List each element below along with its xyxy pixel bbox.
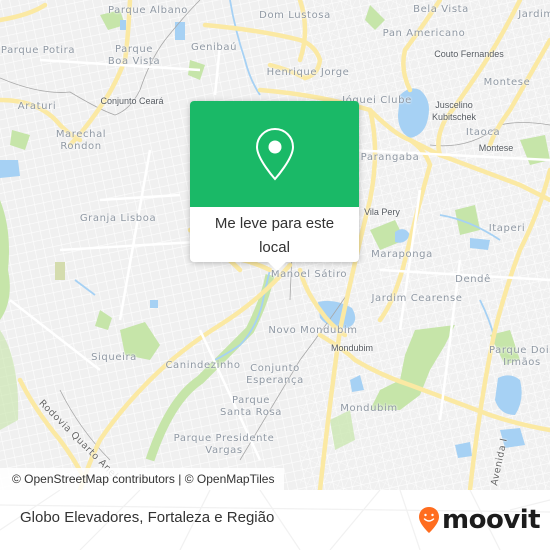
- osm-attribution-link[interactable]: © OpenStreetMap contributors: [12, 472, 175, 486]
- place-label: Araturi: [17, 101, 57, 112]
- openmaptiles-attribution-link[interactable]: © OpenMapTiles: [185, 472, 275, 486]
- place-label: Itaperi: [488, 223, 526, 234]
- place-label: Parque Dois Irmãos: [488, 345, 550, 368]
- place-label: Itaoca: [465, 127, 501, 138]
- place-label: Mondubim: [340, 403, 398, 414]
- place-label: Parque Boa Vista: [107, 44, 161, 67]
- place-label: Vila Pery: [364, 207, 400, 217]
- place-label: Novo Mondubim: [268, 325, 358, 336]
- place-label: Henrique Jorge: [266, 67, 350, 78]
- place-label: Parque Potira: [0, 45, 76, 56]
- place-label: Marechal Rondon: [55, 129, 107, 152]
- place-label: Parque Santa Rosa: [220, 395, 282, 418]
- take-me-here-link[interactable]: Me leve para este local: [190, 207, 359, 260]
- popup-pointer: [268, 262, 286, 271]
- directions-popup[interactable]: Me leve para este local: [190, 101, 359, 271]
- place-label: Montese: [483, 77, 531, 88]
- place-label: Genibaú: [190, 42, 238, 53]
- place-label: Mondubim: [330, 343, 374, 353]
- place-label: Jardim: [518, 9, 550, 20]
- map-view[interactable]: Parque Albano Dom Lustosa Bela Vista Jar…: [0, 0, 550, 490]
- place-label: Jardim Cearense: [371, 293, 463, 304]
- place-label: Juscelino Kubitschek: [431, 100, 477, 122]
- place-label: Couto Fernandes: [434, 49, 504, 59]
- footer-bar: Globo Elevadores, Fortaleza e Região moo…: [0, 490, 550, 550]
- place-label: Canindezinho: [165, 360, 241, 371]
- moovit-logo[interactable]: moovit: [418, 502, 541, 538]
- map-pin-icon: [255, 127, 294, 181]
- place-label: Parque Albano: [107, 5, 189, 16]
- place-label: Granja Lisboa: [79, 213, 157, 224]
- place-label: Montese: [478, 143, 514, 153]
- popup-header: [190, 101, 359, 207]
- place-label: Parangaba: [360, 152, 420, 163]
- place-label: Maraponga: [371, 249, 433, 260]
- place-label: Conjunto Esperança: [246, 363, 304, 386]
- place-label: Bela Vista: [413, 4, 469, 15]
- place-label: Parque Presidente Vargas: [173, 433, 275, 456]
- place-label: Siqueira: [91, 352, 137, 363]
- place-label: Conjunto Ceará: [100, 96, 164, 106]
- attribution-separator: |: [174, 472, 185, 486]
- place-label: Dendê: [455, 274, 491, 285]
- map-attribution: © OpenStreetMap contributors | © OpenMap…: [0, 468, 285, 490]
- place-label: Dom Lustosa: [259, 10, 331, 21]
- location-title: Globo Elevadores, Fortaleza e Região: [20, 509, 275, 526]
- place-label: Pan Americano: [382, 28, 466, 39]
- moovit-wordmark: moovit: [442, 505, 541, 535]
- moovit-pin-icon: [419, 507, 439, 533]
